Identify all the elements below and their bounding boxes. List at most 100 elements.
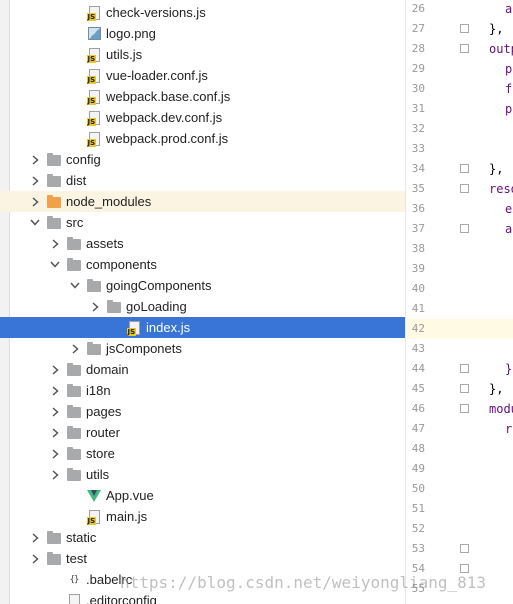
line-number: 26 <box>411 2 425 15</box>
fold-marker-icon[interactable] <box>460 404 469 413</box>
tree-item-domain[interactable]: domain <box>0 359 405 380</box>
tree-item-app-vue[interactable]: App.vue <box>0 485 405 506</box>
tree-item-label: config <box>66 152 101 167</box>
line-number: 33 <box>411 142 425 155</box>
folder-icon <box>66 257 82 273</box>
tree-item-babelrc[interactable]: {} .babelrc <box>0 569 405 590</box>
tree-item-editorconfig[interactable]: .editorconfig <box>0 590 405 604</box>
chevron-down-icon[interactable] <box>30 212 40 233</box>
tree-item-main-js[interactable]: main.js <box>0 506 405 527</box>
chevron-right-icon[interactable] <box>70 338 80 359</box>
tree-item-i18n[interactable]: i18n <box>0 380 405 401</box>
line-number: 36 <box>411 202 425 215</box>
chevron-right-icon[interactable] <box>50 422 60 443</box>
tree-item-label: utils <box>86 467 110 482</box>
gutter-line: 49 <box>406 459 513 479</box>
folder-icon <box>46 173 62 189</box>
line-number: 39 <box>411 262 425 275</box>
folder-icon <box>46 215 62 231</box>
tree-item-utils[interactable]: utils <box>0 464 405 485</box>
fold-marker-icon[interactable] <box>460 364 469 373</box>
gutter-line: 28 outp <box>406 39 513 59</box>
javascript-file-icon <box>86 5 102 21</box>
gutter-line: 41 <box>406 299 513 319</box>
chevron-down-icon[interactable] <box>50 254 60 275</box>
tree-item-label: utils.js <box>106 47 143 62</box>
chevron-right-icon[interactable] <box>50 401 60 422</box>
line-number: 27 <box>411 22 425 35</box>
chevron-right-icon[interactable] <box>50 380 60 401</box>
chevron-right-icon[interactable] <box>50 233 60 254</box>
chevron-right-icon[interactable] <box>50 443 60 464</box>
image-file-icon <box>86 26 102 42</box>
tree-item-goingcomponents[interactable]: goingComponents <box>0 275 405 296</box>
tree-item-vue-loader-conf-js[interactable]: vue-loader.conf.js <box>0 65 405 86</box>
gutter-line: 48 <box>406 439 513 459</box>
tree-item-logo-png[interactable]: logo.png <box>0 23 405 44</box>
tree-item-dist[interactable]: dist <box>0 170 405 191</box>
tree-item-jscomponets[interactable]: jsComponets <box>0 338 405 359</box>
code-fragment: f <box>505 82 513 96</box>
tree-item-label: i18n <box>86 383 111 398</box>
line-number: 54 <box>411 562 425 575</box>
tree-item-webpack-dev-conf-js[interactable]: webpack.dev.conf.js <box>0 107 405 128</box>
line-number: 38 <box>411 242 425 255</box>
chevron-right-icon[interactable] <box>50 359 60 380</box>
tree-item-components[interactable]: components <box>0 254 405 275</box>
fold-marker-icon[interactable] <box>460 224 469 233</box>
chevron-right-icon[interactable] <box>30 149 40 170</box>
tree-item-static[interactable]: static <box>0 527 405 548</box>
fold-marker-icon[interactable] <box>460 44 469 53</box>
line-number: 29 <box>411 62 425 75</box>
folder-icon <box>66 404 82 420</box>
gutter-line: 30 f <box>406 79 513 99</box>
chevron-right-icon[interactable] <box>30 548 40 569</box>
tree-item-webpack-prod-conf-js[interactable]: webpack.prod.conf.js <box>0 128 405 149</box>
line-number: 42 <box>411 322 425 335</box>
line-number: 44 <box>411 362 425 375</box>
tree-item-store[interactable]: store <box>0 443 405 464</box>
tree-item-index-js[interactable]: index.js <box>0 317 405 338</box>
chevron-right-icon[interactable] <box>30 527 40 548</box>
folder-icon <box>46 530 62 546</box>
fold-marker-icon[interactable] <box>460 564 469 573</box>
javascript-file-icon <box>86 131 102 147</box>
tree-item-router[interactable]: router <box>0 422 405 443</box>
tree-item-node-modules[interactable]: node_modules <box>0 191 405 212</box>
gutter-line: 34}, <box>406 159 513 179</box>
tree-item-config[interactable]: config <box>0 149 405 170</box>
fold-marker-icon[interactable] <box>460 384 469 393</box>
gutter-line: 56 <box>406 599 513 604</box>
fold-marker-icon[interactable] <box>460 164 469 173</box>
gutter-line: 53 <box>406 539 513 559</box>
fold-marker-icon[interactable] <box>460 544 469 553</box>
tree-item-check-versions-js[interactable]: check-versions.js <box>0 2 405 23</box>
tree-item-label: src <box>66 215 84 230</box>
folder-icon <box>86 341 102 357</box>
folder-icon <box>66 467 82 483</box>
chevron-right-icon[interactable] <box>50 464 60 485</box>
tree-item-label: main.js <box>106 509 148 524</box>
gutter-line: 47 r <box>406 419 513 439</box>
tree-item-goloading[interactable]: goLoading <box>0 296 405 317</box>
tree-item-label: test <box>66 551 87 566</box>
folder-icon <box>86 278 102 294</box>
fold-marker-icon[interactable] <box>460 24 469 33</box>
folder-icon <box>46 152 62 168</box>
tree-item-src[interactable]: src <box>0 212 405 233</box>
gutter-line: 55 <box>406 579 513 599</box>
tree-item-utils-js[interactable]: utils.js <box>0 44 405 65</box>
tree-item-test[interactable]: test <box>0 548 405 569</box>
tree-item-webpack-base-conf-js[interactable]: webpack.base.conf.js <box>0 86 405 107</box>
chevron-right-icon[interactable] <box>30 191 40 212</box>
folder-icon <box>46 551 62 567</box>
code-fragment: a <box>505 2 513 16</box>
tree-item-assets[interactable]: assets <box>0 233 405 254</box>
fold-marker-icon[interactable] <box>460 184 469 193</box>
chevron-right-icon[interactable] <box>90 296 100 317</box>
chevron-down-icon[interactable] <box>70 275 80 296</box>
tree-item-label: assets <box>86 236 124 251</box>
gutter-line: 33 <box>406 139 513 159</box>
tree-item-pages[interactable]: pages <box>0 401 405 422</box>
chevron-right-icon[interactable] <box>30 170 40 191</box>
